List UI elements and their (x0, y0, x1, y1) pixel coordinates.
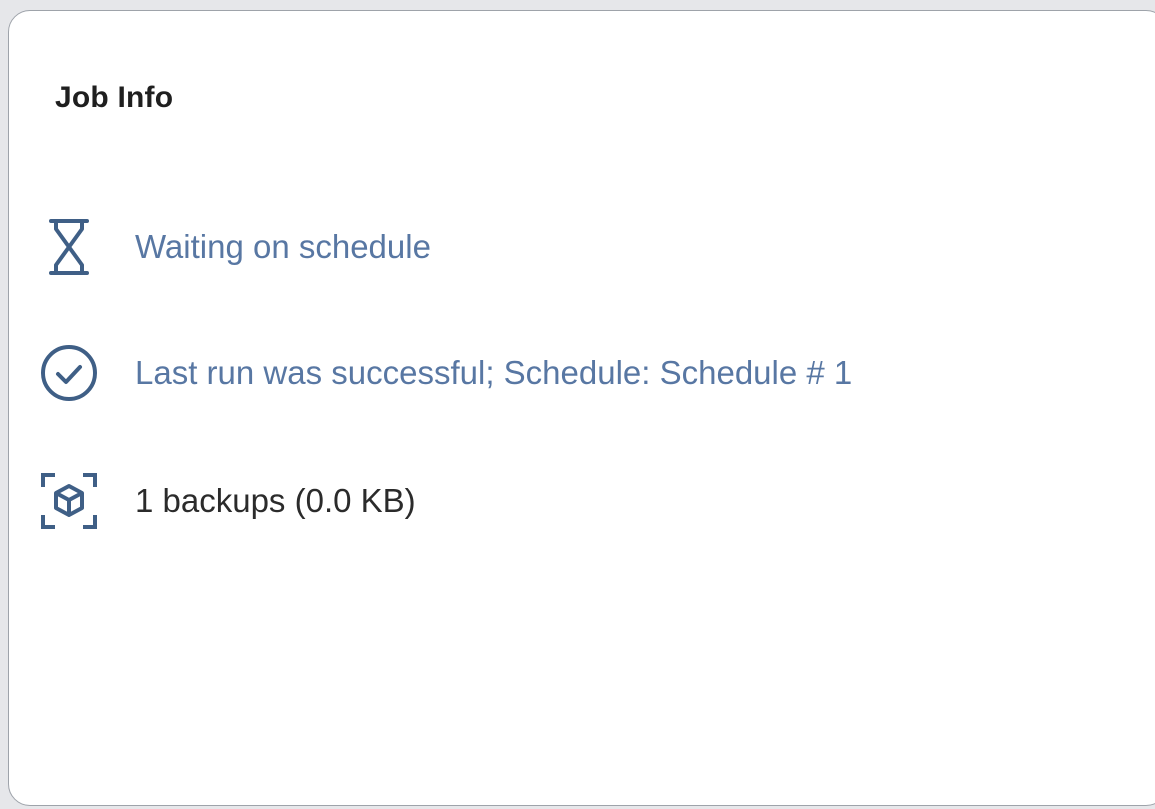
backups-row: 1 backups (0.0 KB) (39, 471, 416, 531)
job-info-card: Job Info Waiting on schedule Last run wa… (8, 10, 1155, 806)
card-title: Job Info (55, 81, 174, 114)
job-status-row: Waiting on schedule (39, 217, 431, 277)
last-run-text: Last run was successful; Schedule: Sched… (135, 354, 853, 391)
hourglass-icon (39, 217, 99, 277)
backups-text: 1 backups (0.0 KB) (135, 482, 416, 519)
last-run-row: Last run was successful; Schedule: Sched… (39, 343, 852, 403)
job-status-text: Waiting on schedule (135, 228, 431, 265)
backup-box-icon (39, 471, 99, 531)
check-circle-icon (39, 343, 99, 403)
